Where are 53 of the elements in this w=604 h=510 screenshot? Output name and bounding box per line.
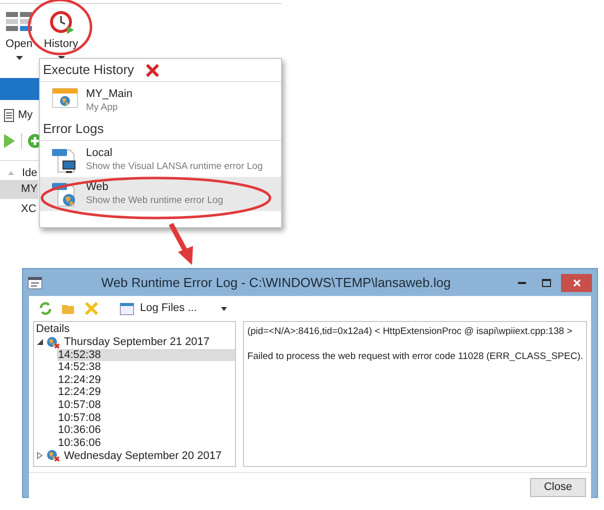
tab-strip (0, 78, 40, 100)
tab-label[interactable]: My (18, 107, 33, 124)
window-icon (120, 302, 134, 314)
tree-item[interactable]: 12:24:29 (57, 374, 236, 386)
tree-item[interactable]: 12:24:29 (57, 386, 236, 399)
menu-item-title: Web (86, 181, 110, 194)
log-globe-icon (52, 181, 78, 207)
section-header: Error Logs (43, 120, 104, 138)
play-icon (4, 134, 15, 148)
menu-item-title: Local (86, 147, 114, 160)
menu-item-title: MY_Main (86, 88, 132, 101)
caret-icon (16, 56, 22, 60)
column-header: Ide (22, 166, 38, 181)
minimize-icon (518, 282, 526, 284)
open-button[interactable]: Open (2, 10, 36, 60)
arrow (168, 222, 193, 265)
menu-item[interactable]: Local Show the Visual LANSA runtime error Log (40, 143, 281, 177)
menu-item-subtitle: My App (86, 101, 119, 114)
app-icon (28, 276, 42, 288)
tree-item[interactable]: 10:57:08 (57, 398, 236, 412)
close-button[interactable] (561, 274, 592, 292)
close-icon (572, 278, 580, 286)
tree-item[interactable]: 14:52:38 (57, 361, 236, 374)
expander[interactable] (37, 339, 43, 346)
document-icon (4, 108, 14, 122)
section-header: Execute History (43, 61, 134, 80)
globe-error-icon (46, 449, 60, 462)
refresh-button[interactable] (39, 302, 52, 315)
tree-item[interactable]: Wednesday September 20 2017 (63, 450, 223, 462)
globe-error-icon (46, 336, 60, 349)
maximize-icon (542, 278, 550, 286)
dropdown-button[interactable] (220, 306, 227, 310)
clock-icon (47, 10, 75, 35)
sort-icon (8, 171, 14, 176)
tree-item[interactable]: 10:36:06 (57, 424, 236, 437)
column-header: Details (35, 322, 71, 336)
menu-item[interactable]: Web Show the Web runtime error Log (40, 177, 281, 211)
log-text: Failed to process the web request with error code 11028 (ERR_CLASS_SPEC). (247, 350, 583, 364)
table-row[interactable]: MY (0, 180, 38, 199)
close-dialog-button[interactable]: Close (530, 478, 586, 496)
tree-item[interactable]: 10:36:06 (57, 436, 236, 450)
tree-item[interactable]: 10:57:08 (57, 412, 236, 424)
menu-item[interactable]: MY_Main My App (40, 84, 281, 118)
table-row[interactable]: XC (0, 200, 38, 219)
tree-item[interactable]: Thursday September 21 2017 (63, 336, 211, 348)
menu-item-subtitle: Show the Web runtime error Log (86, 194, 224, 207)
menu-item-subtitle: Show the Visual LANSA runtime error Log (86, 160, 263, 173)
log-text: (pid=<N/A>:8416,tid=0x12a4) < HttpExtensionProc @ isapi\wpiiext.cpp:138 > (247, 325, 574, 339)
log-files-button[interactable]: Log Files ... (120, 300, 197, 317)
window-title: Web Runtime Error Log - C:\WINDOWS\TEMP\lansaweb.log (100, 274, 452, 292)
clear-history-button[interactable] (146, 64, 160, 76)
log-monitor-icon (52, 147, 78, 173)
tree-item[interactable]: 14:52:38 (57, 348, 236, 362)
